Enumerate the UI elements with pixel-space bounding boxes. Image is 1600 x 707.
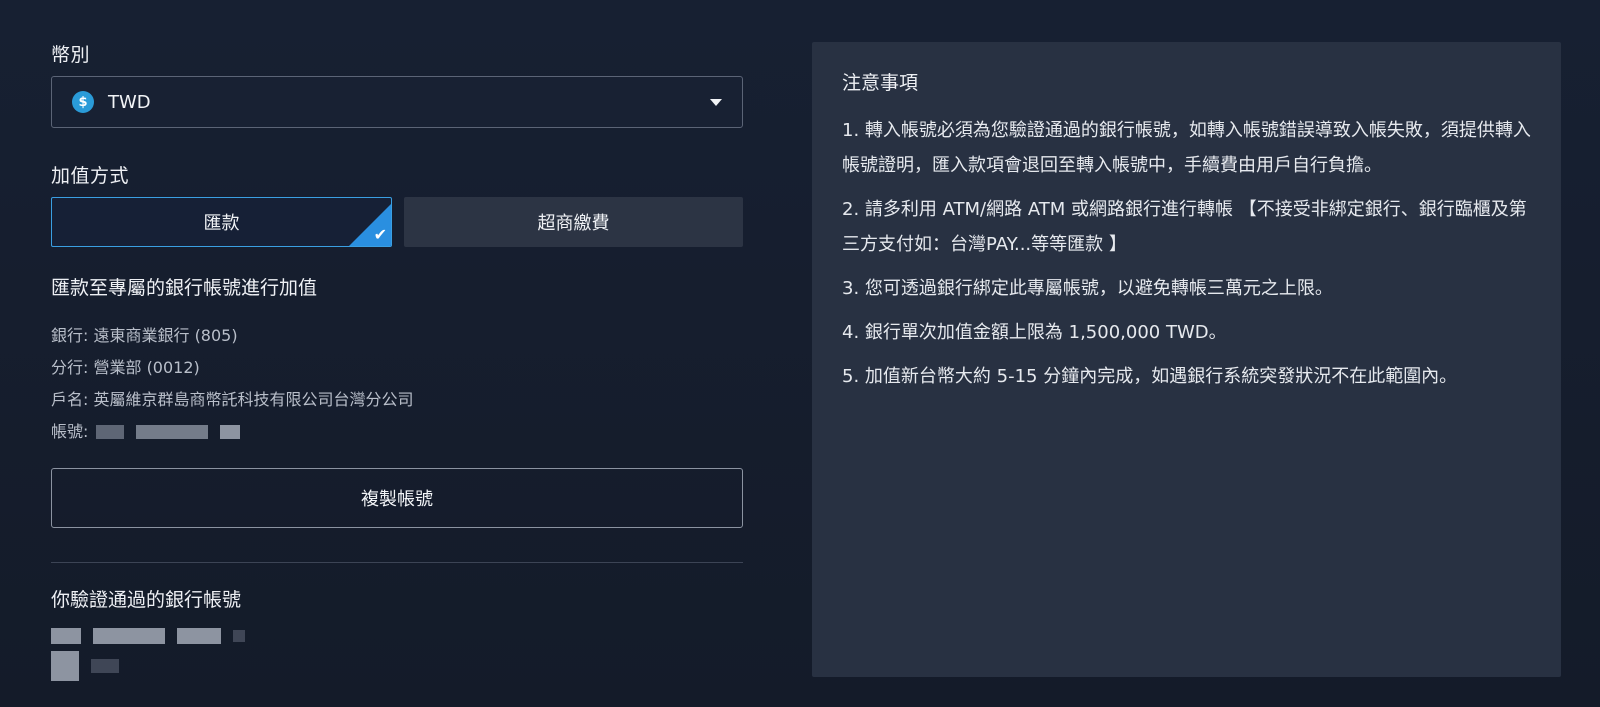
deposit-page: 幣別 $ TWD 加值方式 匯款 ✔ 超商繳費 匯款至專屬的銀行帳號進行加值 銀… [0,0,1600,707]
tab-convenience-store[interactable]: 超商繳費 [404,197,743,247]
notice-panel: 注意事項 1. 轉入帳號必須為您驗證通過的銀行帳號，如轉入帳號錯誤導致入帳失敗，… [812,42,1561,677]
currency-value: TWD [108,91,151,113]
divider [51,562,743,563]
masked-verified-account [93,628,165,644]
currency-label: 幣別 [51,44,91,66]
account-number-row: 帳號: [51,416,743,448]
masked-verified-account [233,630,245,642]
bank-info: 銀行: 遠東商業銀行 (805) [51,326,238,345]
account-number-label: 帳號: [51,422,89,441]
verified-accounts-title: 你驗證通過的銀行帳號 [51,589,242,611]
method-tabs: 匯款 ✔ 超商繳費 [51,197,743,247]
dollar-coin-icon: $ [72,91,94,113]
masked-account-number [136,425,209,439]
masked-verified-account [51,651,743,681]
branch-info: 分行: 營業部 (0012) [51,358,200,377]
notice-item: 4. 銀行單次加值金額上限為 1,500,000 TWD。 [842,322,1227,343]
masked-account-number [96,425,125,439]
tab-bank-transfer[interactable]: 匯款 ✔ [51,197,392,247]
checkmark-icon: ✔ [373,225,387,244]
masked-verified-account [177,628,221,644]
notice-item: 1. 轉入帳號必須為您驗證通過的銀行帳號，如轉入帳號錯誤導致入帳失敗，須提供轉入… [842,120,1531,176]
notice-item: 3. 您可透過銀行綁定此專屬帳號，以避免轉帳三萬元之上限。 [842,278,1333,299]
masked-account-number [220,425,241,439]
notice-title: 注意事項 [842,72,919,94]
notice-item: 5. 加值新台幣大約 5-15 分鐘內完成，如遇銀行系統突發狀況不在此範圍內。 [842,366,1458,387]
account-holder-info: 戶名: 英屬維京群島商幣託科技有限公司台灣分公司 [51,390,414,409]
copy-account-button[interactable]: 複製帳號 [51,468,743,528]
tab-bank-transfer-label: 匯款 [203,213,240,234]
masked-verified-account [91,659,119,673]
transfer-title: 匯款至專屬的銀行帳號進行加值 [51,277,318,299]
tab-convenience-store-label: 超商繳費 [537,213,610,234]
masked-verified-account [51,628,81,644]
masked-verified-account [51,626,743,646]
deposit-form: 幣別 $ TWD 加值方式 匯款 ✔ 超商繳費 匯款至專屬的銀行帳號進行加值 銀… [51,40,743,681]
chevron-down-icon [710,99,722,106]
masked-verified-account [51,651,79,681]
notice-item: 2. 請多利用 ATM/網路 ATM 或網路銀行進行轉帳 【不接受非綁定銀行、銀… [842,199,1527,255]
currency-select[interactable]: $ TWD [51,76,743,128]
method-label: 加值方式 [51,165,130,187]
